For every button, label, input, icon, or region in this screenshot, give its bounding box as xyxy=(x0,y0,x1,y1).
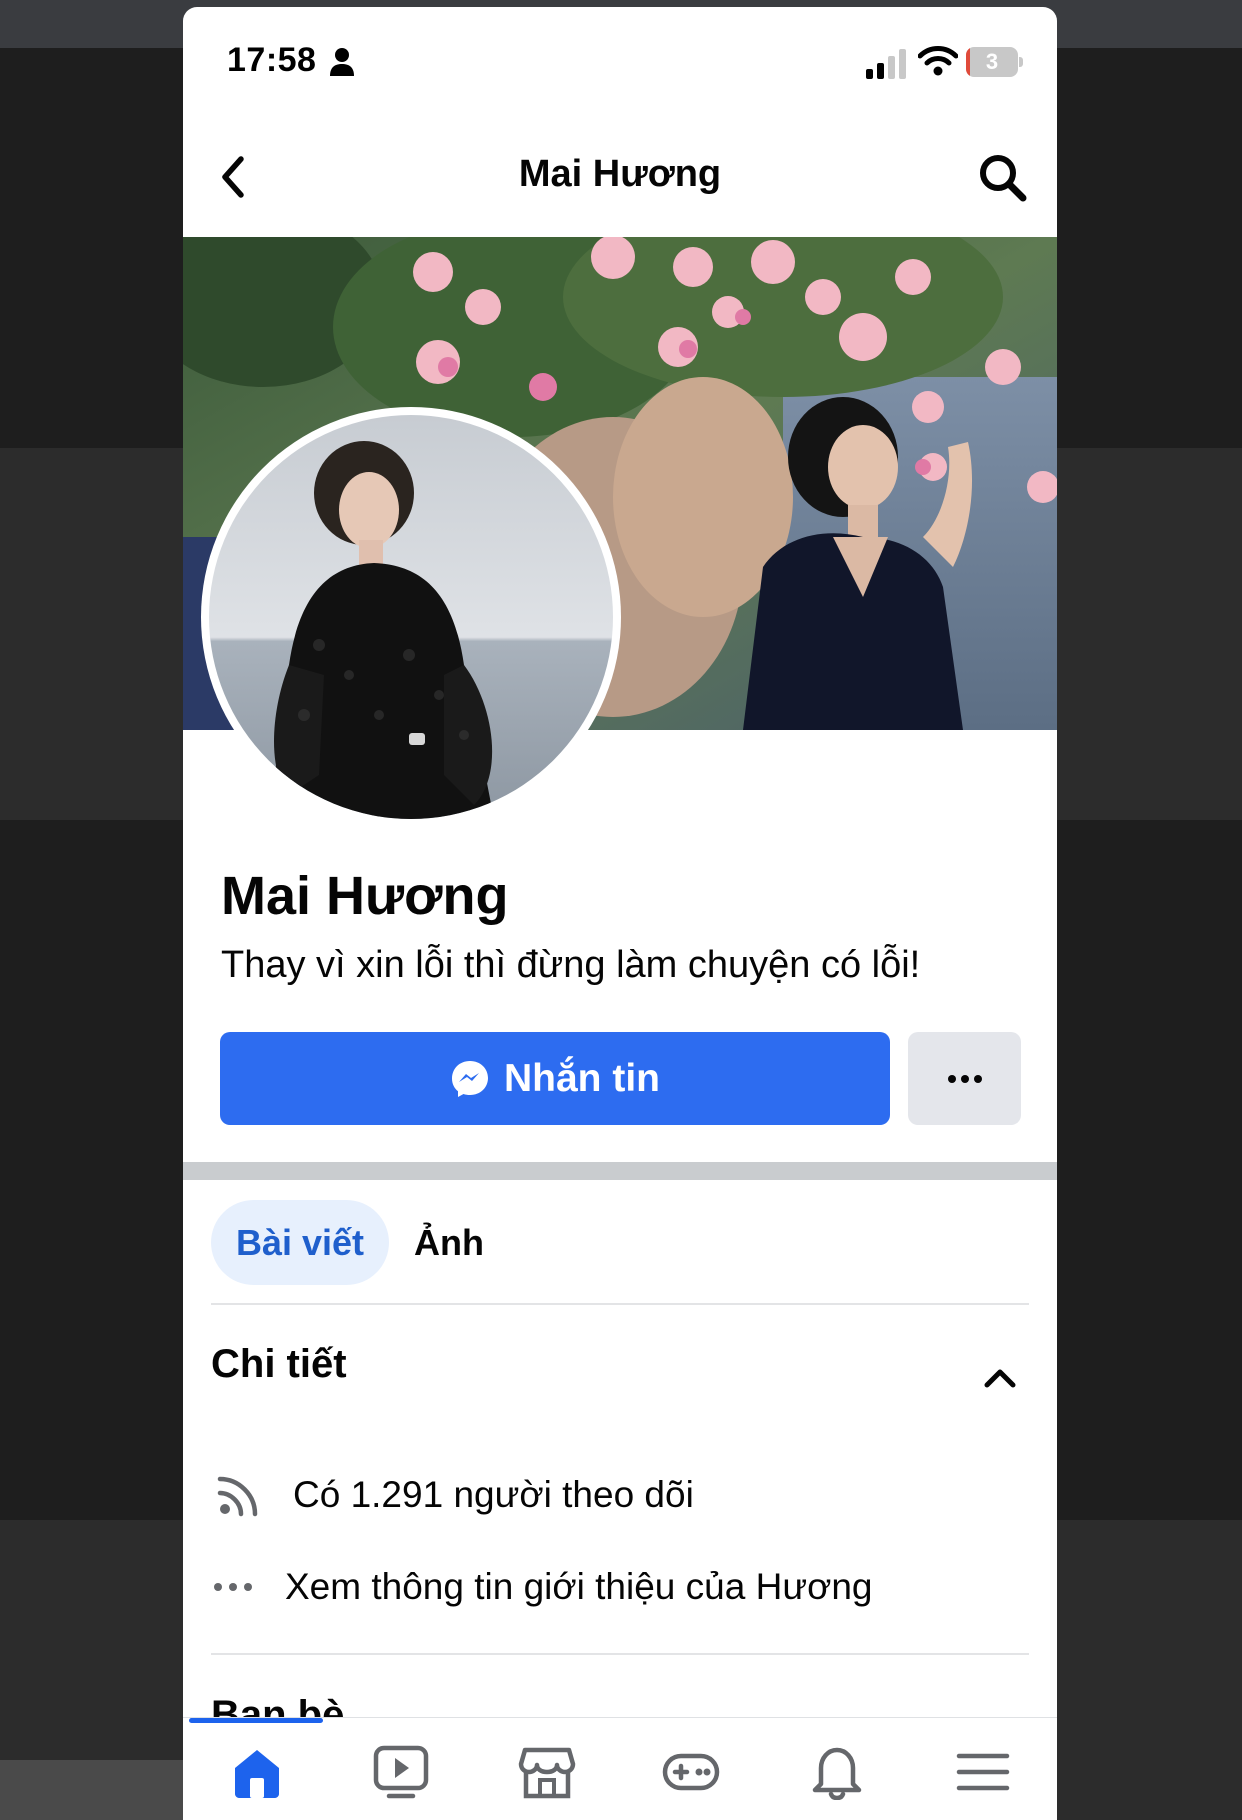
status-bar: 17:58 3 xyxy=(183,7,1057,117)
chevron-up-icon[interactable] xyxy=(983,1365,1017,1389)
menu-icon[interactable] xyxy=(953,1744,1013,1800)
battery-body: 3 xyxy=(966,47,1018,77)
phone-screen: 17:58 3 Mai Hương Mai Hương Thay vì xin … xyxy=(183,7,1057,1820)
navigation-bar: Mai Hương xyxy=(183,117,1057,237)
divider xyxy=(211,1303,1029,1305)
profile-avatar[interactable] xyxy=(201,407,621,827)
followers-row[interactable]: Có 1.291 người theo dõi xyxy=(217,1467,694,1523)
bottom-tab-bar xyxy=(183,1717,1057,1820)
page-title: Mai Hương xyxy=(518,153,722,195)
backdrop-block xyxy=(1057,48,1242,448)
about-row[interactable]: Xem thông tin giới thiệu của Hương xyxy=(213,1559,873,1615)
section-divider xyxy=(183,1162,1057,1180)
battery-icon: 3 xyxy=(966,47,1023,77)
home-icon[interactable] xyxy=(227,1744,287,1800)
backdrop-block xyxy=(1057,820,1242,1520)
backdrop-block xyxy=(0,1760,183,1820)
active-tab-indicator xyxy=(189,1718,323,1723)
battery-tip xyxy=(1019,57,1023,67)
profile-name: Mai Hương xyxy=(221,866,509,926)
message-button[interactable]: Nhắn tin xyxy=(220,1032,890,1125)
divider xyxy=(211,1653,1029,1655)
details-heading: Chi tiết xyxy=(211,1342,347,1386)
followers-count-text: Có 1.291 người theo dõi xyxy=(293,1474,694,1515)
notifications-bell-icon[interactable] xyxy=(807,1744,867,1800)
battery-level: 3 xyxy=(985,49,999,74)
video-icon[interactable] xyxy=(371,1744,431,1800)
tab-photos[interactable]: Ảnh xyxy=(414,1200,484,1285)
backdrop-block xyxy=(0,820,183,1520)
rss-feed-icon xyxy=(217,1476,258,1517)
backdrop-block xyxy=(0,48,183,448)
message-button-label: Nhắn tin xyxy=(504,1056,660,1100)
marketplace-icon[interactable] xyxy=(517,1744,577,1800)
messenger-icon xyxy=(452,1060,488,1097)
cellular-signal-icon xyxy=(866,49,906,79)
wifi-icon xyxy=(918,46,958,76)
more-horizontal-icon xyxy=(214,1583,252,1591)
profile-bio: Thay vì xin lỗi thì đừng làm chuyện có l… xyxy=(221,944,921,986)
gaming-icon[interactable] xyxy=(661,1744,721,1800)
person-icon xyxy=(330,48,354,76)
search-button[interactable] xyxy=(976,151,1030,205)
more-options-button[interactable] xyxy=(908,1032,1021,1125)
more-horizontal-icon xyxy=(947,1074,982,1083)
avatar-image xyxy=(209,415,613,819)
tab-posts[interactable]: Bài viết xyxy=(211,1200,389,1285)
status-time: 17:58 xyxy=(227,41,317,79)
about-link-text: Xem thông tin giới thiệu của Hương xyxy=(285,1566,873,1607)
